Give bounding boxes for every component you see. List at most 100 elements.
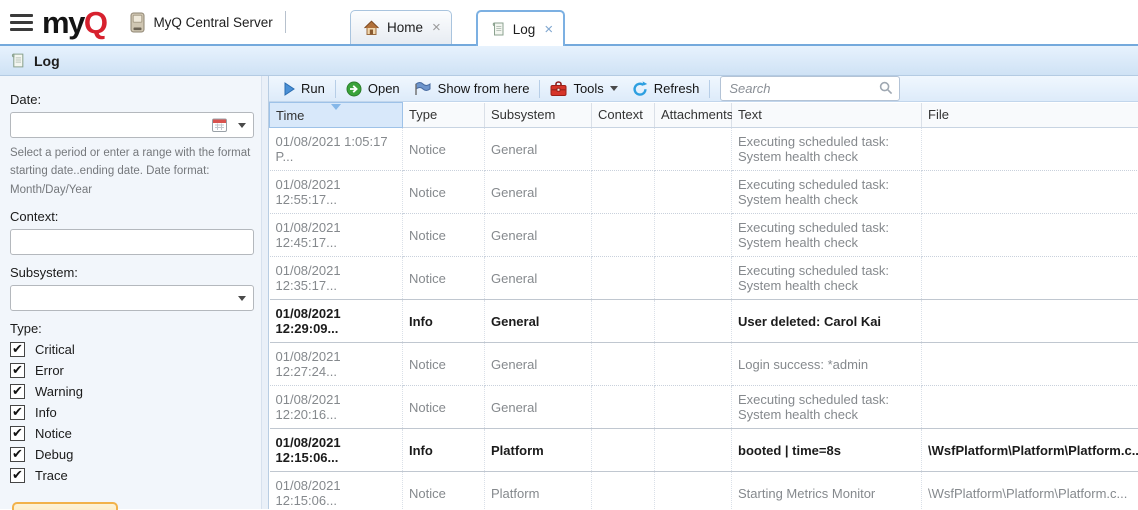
refresh-button[interactable]: Refresh (625, 78, 707, 100)
log-row[interactable]: 01/08/2021 12:15:06...InfoPlatformbooted… (270, 429, 1138, 472)
log-row[interactable]: 01/08/2021 12:55:17...NoticeGeneralExecu… (270, 171, 1138, 214)
column-header-type[interactable]: Type (403, 103, 485, 128)
checkbox-label[interactable]: Info (35, 405, 57, 420)
tab-log[interactable]: Log × (476, 10, 565, 46)
cell-text: Starting Metrics Monitor (732, 472, 922, 510)
subsystem-select[interactable] (10, 285, 254, 311)
cell-text: Login success: *admin (732, 343, 922, 386)
cell-context (592, 429, 655, 472)
cell-type: Notice (403, 128, 485, 171)
column-header-text[interactable]: Text (732, 103, 922, 128)
column-header-time[interactable]: Time (270, 103, 403, 128)
checkbox-label[interactable]: Trace (35, 468, 68, 483)
checkbox-label[interactable]: Debug (35, 447, 73, 462)
close-icon[interactable]: × (544, 21, 553, 38)
checkbox-notice[interactable]: ✔ (10, 426, 25, 441)
checkbox-label[interactable]: Error (35, 363, 64, 378)
cell-type: Notice (403, 257, 485, 300)
cell-file (922, 214, 1138, 257)
close-icon[interactable]: × (432, 19, 441, 36)
log-icon (9, 52, 26, 69)
checkbox-warning[interactable]: ✔ (10, 384, 25, 399)
log-row[interactable]: 01/08/2021 12:45:17...NoticeGeneralExecu… (270, 214, 1138, 257)
cell-attachments (655, 300, 732, 343)
toolbar-separator (335, 80, 336, 98)
cell-subsystem: Platform (485, 472, 592, 510)
checkbox-label[interactable]: Critical (35, 342, 75, 357)
checkbox-label[interactable]: Notice (35, 426, 72, 441)
cell-time: 01/08/2021 12:29:09... (270, 300, 403, 343)
column-header-context[interactable]: Context (592, 103, 655, 128)
cell-attachments (655, 386, 732, 429)
cell-time: 01/08/2021 12:45:17... (270, 214, 403, 257)
cell-time: 01/08/2021 12:15:06... (270, 472, 403, 510)
log-row[interactable]: 01/08/2021 12:29:09...InfoGeneralUser de… (270, 300, 1138, 343)
log-row[interactable]: 01/08/2021 12:15:06...NoticePlatform Star… (270, 472, 1138, 510)
cell-file (922, 343, 1138, 386)
cell-time: 01/08/2021 12:15:06... (270, 429, 403, 472)
server-title: MyQ Central Server (130, 12, 272, 33)
calendar-icon[interactable] (212, 118, 227, 132)
column-header-attachments[interactable]: Attachments (655, 103, 732, 128)
magnifier-icon (879, 81, 893, 95)
type-option-notice: ✔ Notice (10, 426, 254, 441)
cell-attachments (655, 257, 732, 300)
log-table: TimeTypeSubsystemContextAttachmentsTextF… (269, 102, 1138, 510)
cell-file (922, 300, 1138, 343)
cell-type: Notice (403, 386, 485, 429)
tools-button[interactable]: Tools (543, 78, 624, 99)
cell-subsystem: Platform (485, 429, 592, 472)
search-input[interactable] (720, 76, 900, 101)
date-label: Date: (10, 92, 254, 107)
checkbox-info[interactable]: ✔ (10, 405, 25, 420)
cell-attachments (655, 171, 732, 214)
context-input[interactable] (10, 229, 254, 255)
open-icon (346, 81, 362, 97)
cell-file (922, 171, 1138, 214)
cell-context (592, 472, 655, 510)
column-header-file[interactable]: File (922, 103, 1138, 128)
checkbox-critical[interactable]: ✔ (10, 342, 25, 357)
log-row[interactable]: 01/08/2021 1:05:17 P...NoticeGeneralExec… (270, 128, 1138, 171)
tab-label: Home (387, 20, 423, 35)
checkbox-trace[interactable]: ✔ (10, 468, 25, 483)
checkbox-error[interactable]: ✔ (10, 363, 25, 378)
subsystem-dropdown-icon[interactable] (238, 296, 246, 301)
log-icon (490, 21, 506, 37)
cell-text: Executing scheduled task: System health … (732, 128, 922, 171)
run-button[interactable]: Run (277, 78, 332, 99)
cell-subsystem: General (485, 343, 592, 386)
checkbox-debug[interactable]: ✔ (10, 447, 25, 462)
type-option-warning: ✔ Warning (10, 384, 254, 399)
cell-type: Notice (403, 343, 485, 386)
log-toolbar: Run Open Show from here (269, 76, 1138, 102)
tools-dropdown-icon (610, 86, 618, 91)
type-option-critical: ✔ Critical (10, 342, 254, 357)
log-row[interactable]: 01/08/2021 12:27:24...NoticeGeneralLogin… (270, 343, 1138, 386)
open-button[interactable]: Open (339, 78, 407, 100)
page-title: Log (34, 53, 60, 69)
toolbox-icon (550, 81, 567, 96)
sidebar-scrollbar[interactable] (261, 76, 268, 509)
log-search (720, 76, 900, 101)
log-row[interactable]: 01/08/2021 12:35:17...NoticeGeneralExecu… (270, 257, 1138, 300)
search-button[interactable]: Search (12, 502, 118, 510)
show-from-here-button[interactable]: Show from here (407, 78, 537, 99)
tab-home[interactable]: Home × (350, 10, 452, 44)
cell-type: Notice (403, 472, 485, 510)
log-row[interactable]: 01/08/2021 12:20:16...NoticeGeneralExecu… (270, 386, 1138, 429)
cell-subsystem: General (485, 128, 592, 171)
cell-attachments (655, 429, 732, 472)
cell-context (592, 300, 655, 343)
checkbox-label[interactable]: Warning (35, 384, 83, 399)
cell-attachments (655, 214, 732, 257)
cell-file (922, 386, 1138, 429)
filter-sidebar: Date: Select a period or enter a range w… (0, 76, 269, 509)
hamburger-menu-icon[interactable] (10, 14, 33, 31)
column-header-subsystem[interactable]: Subsystem (485, 103, 592, 128)
cell-time: 01/08/2021 12:20:16... (270, 386, 403, 429)
cell-file: \WsfPlatform\Platform\Platform.c... (922, 472, 1138, 510)
cell-attachments (655, 343, 732, 386)
date-dropdown-icon[interactable] (238, 123, 246, 128)
cell-context (592, 343, 655, 386)
